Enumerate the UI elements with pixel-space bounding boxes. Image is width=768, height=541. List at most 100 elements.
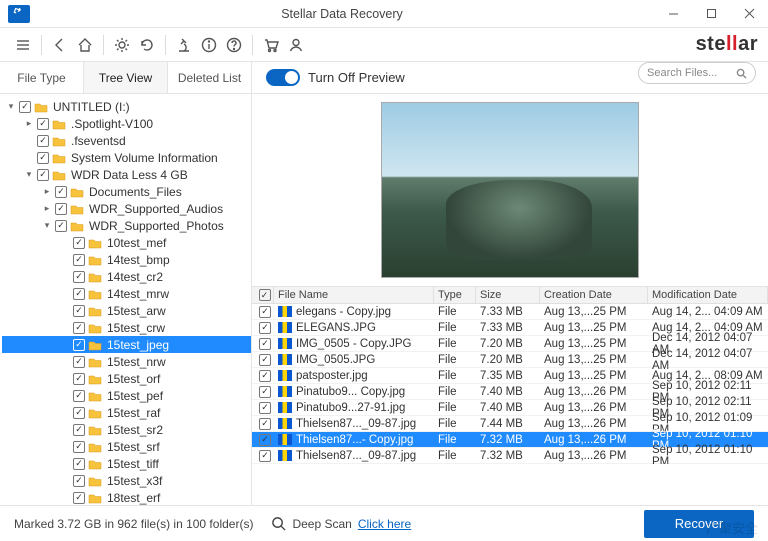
back-icon[interactable]	[49, 34, 71, 56]
tree-node[interactable]: 15test_jpeg	[2, 336, 251, 353]
col-created[interactable]: Creation Date	[540, 287, 648, 303]
twist-icon[interactable]: ▾	[6, 101, 16, 112]
user-icon[interactable]	[285, 34, 307, 56]
select-all-checkbox[interactable]	[259, 289, 271, 301]
cart-icon[interactable]	[260, 34, 282, 56]
preview-toggle[interactable]	[266, 69, 300, 86]
tab-tree-view[interactable]: Tree View	[84, 62, 168, 93]
row-checkbox[interactable]	[259, 418, 271, 430]
tab-file-type[interactable]: File Type	[0, 62, 84, 93]
col-name[interactable]: File Name	[274, 287, 434, 303]
row-checkbox[interactable]	[259, 306, 271, 318]
tree-node[interactable]: 15test_tiff	[2, 455, 251, 472]
tree-checkbox[interactable]	[55, 203, 67, 215]
col-size[interactable]: Size	[476, 287, 540, 303]
tree-checkbox[interactable]	[73, 322, 85, 334]
tree-checkbox[interactable]	[19, 101, 31, 113]
row-checkbox[interactable]	[259, 322, 271, 334]
tree-checkbox[interactable]	[73, 458, 85, 470]
info-icon[interactable]	[198, 34, 220, 56]
tree-checkbox[interactable]	[55, 186, 67, 198]
gear-icon[interactable]	[111, 34, 133, 56]
folder-icon	[88, 492, 102, 504]
table-row[interactable]: IMG_0505.JPGFile7.20 MBAug 13,...25 PMDe…	[252, 352, 768, 368]
tree-checkbox[interactable]	[73, 407, 85, 419]
row-checkbox[interactable]	[259, 434, 271, 446]
tree-checkbox[interactable]	[55, 220, 67, 232]
column-headers[interactable]: File Name Type Size Creation Date Modifi…	[252, 287, 768, 304]
tree-checkbox[interactable]	[73, 339, 85, 351]
row-checkbox[interactable]	[259, 450, 271, 462]
tree-node[interactable]: ▸Documents_Files	[2, 183, 251, 200]
minimize-button[interactable]	[654, 0, 692, 27]
twist-icon[interactable]: ▸	[24, 118, 34, 129]
tree-node[interactable]: ▾WDR Data Less 4 GB	[2, 166, 251, 183]
tree-node[interactable]: 14test_bmp	[2, 251, 251, 268]
folder-tree[interactable]: ▾UNTITLED (I:)▸.Spotlight-V100.fseventsd…	[0, 94, 252, 505]
tree-node[interactable]: 15test_x3f	[2, 472, 251, 489]
close-button[interactable]	[730, 0, 768, 27]
tree-node[interactable]: 15test_arw	[2, 302, 251, 319]
microscope-icon[interactable]	[173, 34, 195, 56]
deep-scan-link[interactable]: Click here	[358, 517, 411, 531]
maximize-button[interactable]	[692, 0, 730, 27]
tree-checkbox[interactable]	[37, 135, 49, 147]
tree-node[interactable]: ▾WDR_Supported_Photos	[2, 217, 251, 234]
tree-node[interactable]: ▸ WDR_Supported_Audios	[2, 200, 251, 217]
row-checkbox[interactable]	[259, 338, 271, 350]
tree-checkbox[interactable]	[73, 390, 85, 402]
tree-checkbox[interactable]	[73, 441, 85, 453]
tree-node[interactable]: ▾UNTITLED (I:)	[2, 98, 251, 115]
tree-node[interactable]: ▸.Spotlight-V100	[2, 115, 251, 132]
tree-node[interactable]: 15test_orf	[2, 370, 251, 387]
tree-checkbox[interactable]	[73, 475, 85, 487]
tree-node[interactable]: 15test_sr2	[2, 421, 251, 438]
file-icon	[278, 386, 292, 397]
tree-checkbox[interactable]	[73, 288, 85, 300]
table-row[interactable]: Thielsen87..._09-87.jpgFile7.32 MBAug 13…	[252, 448, 768, 464]
tree-node[interactable]: 15test_pef	[2, 387, 251, 404]
col-modified[interactable]: Modification Date	[648, 287, 768, 303]
tree-checkbox[interactable]	[37, 169, 49, 181]
file-size: 7.32 MB	[476, 434, 540, 446]
tree-checkbox[interactable]	[73, 356, 85, 368]
tree-node[interactable]: 14test_mrw	[2, 285, 251, 302]
tree-checkbox[interactable]	[37, 152, 49, 164]
tree-checkbox[interactable]	[73, 237, 85, 249]
home-icon[interactable]	[74, 34, 96, 56]
tree-node[interactable]: .fseventsd	[2, 132, 251, 149]
tree-checkbox[interactable]	[73, 305, 85, 317]
menu-icon[interactable]	[12, 34, 34, 56]
refresh-icon[interactable]	[136, 34, 158, 56]
tree-node[interactable]: 18test_erf	[2, 489, 251, 505]
table-row[interactable]: elegans - Copy.jpgFile7.33 MBAug 13,...2…	[252, 304, 768, 320]
col-type[interactable]: Type	[434, 287, 476, 303]
row-checkbox[interactable]	[259, 354, 271, 366]
twist-icon[interactable]: ▾	[24, 169, 34, 180]
file-type: File	[434, 450, 476, 462]
tree-node[interactable]: 15test_crw	[2, 319, 251, 336]
row-checkbox[interactable]	[259, 386, 271, 398]
tree-node[interactable]: System Volume Information	[2, 149, 251, 166]
row-checkbox[interactable]	[259, 402, 271, 414]
tree-checkbox[interactable]	[73, 424, 85, 436]
tab-deleted-list[interactable]: Deleted List	[168, 62, 252, 93]
tree-node[interactable]: 10test_mef	[2, 234, 251, 251]
search-input[interactable]: Search Files...	[638, 62, 756, 84]
recover-button[interactable]: Recover	[644, 510, 754, 538]
twist-icon[interactable]: ▾	[42, 220, 52, 231]
tree-checkbox[interactable]	[73, 271, 85, 283]
tree-node[interactable]: 15test_srf	[2, 438, 251, 455]
tree-label: WDR_Supported_Audios	[87, 202, 223, 216]
tree-node[interactable]: 14test_cr2	[2, 268, 251, 285]
row-checkbox[interactable]	[259, 370, 271, 382]
tree-checkbox[interactable]	[73, 373, 85, 385]
tree-checkbox[interactable]	[73, 492, 85, 504]
tree-checkbox[interactable]	[73, 254, 85, 266]
tree-checkbox[interactable]	[37, 118, 49, 130]
tree-node[interactable]: 15test_raf	[2, 404, 251, 421]
twist-icon[interactable]: ▸	[42, 203, 52, 214]
tree-node[interactable]: 15test_nrw	[2, 353, 251, 370]
twist-icon[interactable]: ▸	[42, 186, 52, 197]
help-icon[interactable]	[223, 34, 245, 56]
